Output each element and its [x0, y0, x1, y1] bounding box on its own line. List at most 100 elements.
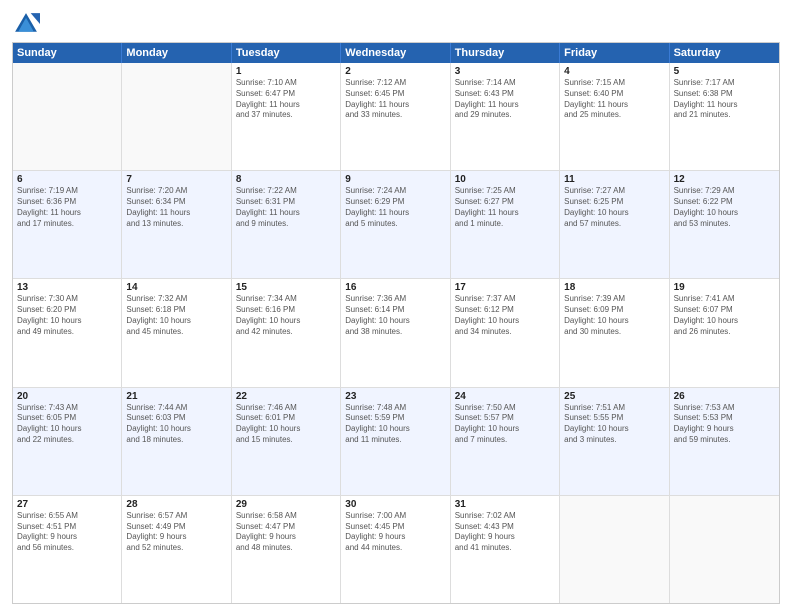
cell-info-line: and 48 minutes. — [236, 543, 336, 554]
day-number-13: 13 — [17, 282, 117, 293]
cell-info-line: Sunset: 6:34 PM — [126, 197, 226, 208]
calendar-day-12: 12Sunrise: 7:29 AMSunset: 6:22 PMDayligh… — [670, 171, 779, 278]
calendar-row-3: 13Sunrise: 7:30 AMSunset: 6:20 PMDayligh… — [13, 278, 779, 386]
calendar-day-30: 30Sunrise: 7:00 AMSunset: 4:45 PMDayligh… — [341, 496, 450, 603]
cell-info-line: and 25 minutes. — [564, 110, 664, 121]
cell-info-line: Daylight: 10 hours — [236, 424, 336, 435]
cell-info-line: Sunset: 6:40 PM — [564, 89, 664, 100]
cell-info-line: Daylight: 10 hours — [126, 316, 226, 327]
day-number-21: 21 — [126, 391, 226, 402]
cell-info-line: Sunrise: 7:37 AM — [455, 294, 555, 305]
cell-info-line: and 9 minutes. — [236, 219, 336, 230]
cell-info-line: Sunrise: 7:46 AM — [236, 403, 336, 414]
cell-info-line: Daylight: 10 hours — [674, 208, 775, 219]
cell-info-line: and 21 minutes. — [674, 110, 775, 121]
cell-info-line: Daylight: 10 hours — [674, 316, 775, 327]
calendar-day-6: 6Sunrise: 7:19 AMSunset: 6:36 PMDaylight… — [13, 171, 122, 278]
cell-info-line: Daylight: 10 hours — [236, 316, 336, 327]
calendar-day-27: 27Sunrise: 6:55 AMSunset: 4:51 PMDayligh… — [13, 496, 122, 603]
cell-info-line: Sunrise: 6:57 AM — [126, 511, 226, 522]
cell-info-line: Daylight: 10 hours — [564, 208, 664, 219]
cell-info-line: Daylight: 10 hours — [17, 316, 117, 327]
cell-info-line: and 57 minutes. — [564, 219, 664, 230]
cell-info-line: Daylight: 11 hours — [455, 100, 555, 111]
cell-info-line: and 17 minutes. — [17, 219, 117, 230]
cell-info-line: Sunset: 4:51 PM — [17, 522, 117, 533]
cell-info-line: and 33 minutes. — [345, 110, 445, 121]
calendar-empty-cell — [13, 63, 122, 170]
calendar-day-10: 10Sunrise: 7:25 AMSunset: 6:27 PMDayligh… — [451, 171, 560, 278]
cell-info-line: Sunset: 4:43 PM — [455, 522, 555, 533]
cell-info-line: Sunrise: 7:20 AM — [126, 186, 226, 197]
cell-info-line: and 52 minutes. — [126, 543, 226, 554]
day-number-16: 16 — [345, 282, 445, 293]
cell-info-line: Sunset: 6:09 PM — [564, 305, 664, 316]
cell-info-line: Daylight: 9 hours — [674, 424, 775, 435]
cell-info-line: and 30 minutes. — [564, 327, 664, 338]
day-number-4: 4 — [564, 66, 664, 77]
cell-info-line: and 34 minutes. — [455, 327, 555, 338]
cell-info-line: Sunset: 6:05 PM — [17, 413, 117, 424]
cell-info-line: Sunset: 6:29 PM — [345, 197, 445, 208]
cell-info-line: Sunrise: 7:00 AM — [345, 511, 445, 522]
day-number-7: 7 — [126, 174, 226, 185]
calendar-day-15: 15Sunrise: 7:34 AMSunset: 6:16 PMDayligh… — [232, 279, 341, 386]
cell-info-line: Sunset: 6:45 PM — [345, 89, 445, 100]
calendar-day-14: 14Sunrise: 7:32 AMSunset: 6:18 PMDayligh… — [122, 279, 231, 386]
cell-info-line: and 5 minutes. — [345, 219, 445, 230]
weekday-header-saturday: Saturday — [670, 43, 779, 63]
logo-icon — [12, 10, 40, 38]
cell-info-line: and 44 minutes. — [345, 543, 445, 554]
calendar-day-23: 23Sunrise: 7:48 AMSunset: 5:59 PMDayligh… — [341, 388, 450, 495]
day-number-10: 10 — [455, 174, 555, 185]
cell-info-line: Sunrise: 7:48 AM — [345, 403, 445, 414]
cell-info-line: and 15 minutes. — [236, 435, 336, 446]
weekday-header-friday: Friday — [560, 43, 669, 63]
calendar-day-17: 17Sunrise: 7:37 AMSunset: 6:12 PMDayligh… — [451, 279, 560, 386]
cell-info-line: Sunrise: 7:24 AM — [345, 186, 445, 197]
cell-info-line: Sunset: 4:49 PM — [126, 522, 226, 533]
calendar-day-7: 7Sunrise: 7:20 AMSunset: 6:34 PMDaylight… — [122, 171, 231, 278]
day-number-28: 28 — [126, 499, 226, 510]
cell-info-line: Daylight: 10 hours — [345, 316, 445, 327]
calendar-day-5: 5Sunrise: 7:17 AMSunset: 6:38 PMDaylight… — [670, 63, 779, 170]
cell-info-line: Daylight: 10 hours — [345, 424, 445, 435]
cell-info-line: Sunrise: 7:17 AM — [674, 78, 775, 89]
cell-info-line: and 49 minutes. — [17, 327, 117, 338]
cell-info-line: and 42 minutes. — [236, 327, 336, 338]
calendar: SundayMondayTuesdayWednesdayThursdayFrid… — [12, 42, 780, 604]
calendar-body: 1Sunrise: 7:10 AMSunset: 6:47 PMDaylight… — [13, 63, 779, 603]
cell-info-line: Sunrise: 7:22 AM — [236, 186, 336, 197]
calendar-day-11: 11Sunrise: 7:27 AMSunset: 6:25 PMDayligh… — [560, 171, 669, 278]
cell-info-line: and 37 minutes. — [236, 110, 336, 121]
cell-info-line: Sunset: 6:22 PM — [674, 197, 775, 208]
day-number-30: 30 — [345, 499, 445, 510]
weekday-header-sunday: Sunday — [13, 43, 122, 63]
calendar-row-2: 6Sunrise: 7:19 AMSunset: 6:36 PMDaylight… — [13, 170, 779, 278]
day-number-12: 12 — [674, 174, 775, 185]
cell-info-line: Daylight: 9 hours — [345, 532, 445, 543]
cell-info-line: Sunrise: 7:25 AM — [455, 186, 555, 197]
cell-info-line: Sunrise: 7:39 AM — [564, 294, 664, 305]
cell-info-line: Sunset: 6:20 PM — [17, 305, 117, 316]
calendar-day-2: 2Sunrise: 7:12 AMSunset: 6:45 PMDaylight… — [341, 63, 450, 170]
cell-info-line: Sunrise: 7:34 AM — [236, 294, 336, 305]
cell-info-line: Sunrise: 7:19 AM — [17, 186, 117, 197]
cell-info-line: Daylight: 10 hours — [564, 316, 664, 327]
day-number-22: 22 — [236, 391, 336, 402]
cell-info-line: and 26 minutes. — [674, 327, 775, 338]
cell-info-line: Sunrise: 7:32 AM — [126, 294, 226, 305]
cell-info-line: Sunset: 5:59 PM — [345, 413, 445, 424]
day-number-25: 25 — [564, 391, 664, 402]
day-number-29: 29 — [236, 499, 336, 510]
cell-info-line: Sunset: 6:01 PM — [236, 413, 336, 424]
cell-info-line: Sunrise: 7:14 AM — [455, 78, 555, 89]
day-number-5: 5 — [674, 66, 775, 77]
day-number-14: 14 — [126, 282, 226, 293]
cell-info-line: and 59 minutes. — [674, 435, 775, 446]
calendar-day-16: 16Sunrise: 7:36 AMSunset: 6:14 PMDayligh… — [341, 279, 450, 386]
day-number-8: 8 — [236, 174, 336, 185]
cell-info-line: and 38 minutes. — [345, 327, 445, 338]
cell-info-line: Sunset: 6:47 PM — [236, 89, 336, 100]
day-number-2: 2 — [345, 66, 445, 77]
